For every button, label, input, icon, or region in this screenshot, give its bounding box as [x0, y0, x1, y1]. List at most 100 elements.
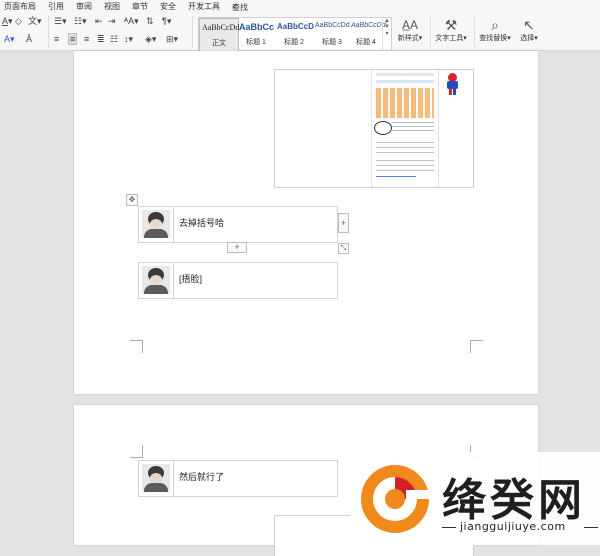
- find-replace-button[interactable]: ⌕ 查找替换▾: [478, 17, 512, 43]
- style-preview: AaBbCcDd: [315, 22, 350, 29]
- font-color-icon[interactable]: A▾: [4, 34, 15, 44]
- style-name: 标题 2: [284, 39, 304, 46]
- menu-chapter[interactable]: 章节: [132, 1, 148, 12]
- screenshot-emoji-grid: [376, 88, 434, 118]
- table-move-handle-icon[interactable]: ✥: [126, 194, 138, 206]
- style-heading-3[interactable]: AaBbCcDd 标题 3: [313, 18, 351, 50]
- cell-divider: [173, 263, 174, 298]
- divider: [192, 16, 193, 48]
- menu-page-layout[interactable]: 页面布局: [4, 1, 36, 12]
- add-row-button[interactable]: +: [227, 242, 247, 253]
- cell-divider: [173, 207, 174, 242]
- style-heading-1[interactable]: AaBbCc 标题 1: [237, 18, 275, 50]
- text-tools-label: 文字工具▾: [435, 35, 467, 42]
- magnifier-icon: ⌕: [491, 17, 499, 33]
- margin-corner-mark: [470, 340, 483, 353]
- underline-a-icon[interactable]: A▾: [2, 16, 13, 26]
- add-column-button[interactable]: +: [338, 213, 349, 233]
- shading-icon[interactable]: ◈▾: [145, 34, 156, 44]
- menu-review[interactable]: 审阅: [76, 1, 92, 12]
- screenshot-text-lines: [376, 160, 434, 174]
- style-normal[interactable]: AaBbCcDd 正文: [199, 18, 239, 52]
- justify-icon[interactable]: ≣: [97, 34, 105, 44]
- borders-icon[interactable]: ⊞▾: [166, 34, 178, 44]
- select-button[interactable]: ↖ 选择▾: [516, 17, 542, 43]
- style-name: 标题 1: [246, 39, 266, 46]
- select-label: 选择▾: [520, 35, 538, 42]
- style-gallery: AaBbCcDd 正文 AaBbCc 标题 1 AaBbCcD 标题 2 AaB…: [198, 17, 392, 52]
- screenshot-tab-bar: [376, 80, 434, 83]
- margin-corner-mark: [130, 340, 143, 353]
- phone-screenshot: [371, 70, 439, 187]
- increase-indent-icon[interactable]: ⇥: [108, 16, 116, 26]
- chat-table-row[interactable]: 然后就行了: [138, 460, 338, 497]
- style-name: 标题 3: [322, 39, 342, 46]
- watermark-logo: 绛癸网 jiangguijiuye.com: [350, 452, 600, 545]
- watermark-logo-icon: [361, 465, 434, 533]
- wrench-icon: ⚒: [444, 17, 458, 33]
- divider: [48, 16, 49, 48]
- divider: [474, 16, 475, 48]
- chat-table-row[interactable]: 去掉括号哈: [138, 206, 338, 243]
- menu-references[interactable]: 引用: [48, 1, 64, 12]
- screenshot-header-bar: [376, 73, 434, 76]
- new-style-button[interactable]: A̲A 新样式▾: [396, 17, 424, 43]
- chat-message-text: 然后就行了: [179, 472, 225, 482]
- watermark-url-row: jiangguijiuye.com: [442, 520, 598, 534]
- screenshot-link-line: [376, 176, 416, 177]
- align-center-icon[interactable]: ≡: [68, 33, 78, 45]
- expand-icon: ▾: [385, 31, 389, 37]
- avatar: [142, 266, 170, 294]
- style-preview: AaBbCcDd: [202, 23, 240, 32]
- watermark-url: jiangguijiuye.com: [460, 520, 566, 533]
- new-style-label: 新样式▾: [397, 35, 423, 42]
- document-page-1: ✥ 去掉括号哈 + + ⤡ [捂脸]: [74, 51, 538, 394]
- divider: [430, 16, 431, 48]
- style-preview: AaBbCc: [239, 22, 275, 32]
- gallery-scroll[interactable]: ▲ ▼ ▾: [382, 18, 391, 50]
- distributed-icon[interactable]: ☷: [110, 34, 118, 44]
- avatar: [142, 464, 170, 492]
- style-heading-4[interactable]: AaBbCcDd 标题 4: [349, 18, 386, 50]
- menu-developer-tools[interactable]: 开发工具: [188, 1, 220, 12]
- ribbon-toolbar: A▾ ◇ 文▾ A▾ Ā ☰▾ ☷▾ ⇤ ⇥ ᴬA▾ ⇅ ¶▾ ≡ ≡ ≡ ≣ …: [0, 12, 600, 52]
- style-preview: AaBbCcD: [277, 22, 314, 31]
- url-dash-left: [442, 527, 456, 528]
- chat-table-row[interactable]: [捂脸]: [138, 262, 338, 299]
- style-name: 正文: [212, 40, 226, 47]
- watermark-title: 绛癸网: [442, 475, 586, 526]
- style-name: 标题 4: [356, 39, 376, 46]
- align-right-icon[interactable]: ≡: [84, 34, 89, 44]
- eraser-icon[interactable]: ◇: [15, 16, 22, 26]
- char-border-icon[interactable]: Ā: [26, 34, 32, 44]
- align-left-icon[interactable]: ≡: [54, 34, 59, 44]
- url-dash-right: [584, 527, 598, 528]
- new-style-icon: A̲A: [401, 18, 418, 32]
- line-spacing-icon[interactable]: ↕▾: [124, 34, 133, 44]
- table-resize-handle-icon[interactable]: ⤡: [338, 243, 349, 254]
- menu-bar: 页面布局 引用 审阅 视图 章节 安全 开发工具 ⌕ 查找: [0, 0, 600, 12]
- decrease-indent-icon[interactable]: ⇤: [95, 16, 103, 26]
- avatar: [142, 210, 170, 238]
- pinyin-icon[interactable]: 文▾: [28, 16, 42, 26]
- chat-message-text: 去掉括号哈: [179, 218, 225, 228]
- text-tools-button[interactable]: ⚒ 文字工具▾: [434, 17, 468, 43]
- cursor-arrow-icon: ↖: [523, 17, 535, 33]
- embedded-screenshot-image[interactable]: [274, 69, 474, 188]
- show-marks-icon[interactable]: ¶▾: [162, 16, 171, 26]
- menu-security[interactable]: 安全: [160, 1, 176, 12]
- screenshot-circle-mark: [374, 121, 392, 135]
- text-direction-icon[interactable]: ᴬA▾: [124, 16, 139, 26]
- margin-corner-mark: [130, 445, 143, 458]
- style-preview: AaBbCcDd: [351, 22, 386, 29]
- spiderman-sticker-icon: [445, 73, 459, 95]
- cell-divider: [173, 461, 174, 496]
- style-heading-2[interactable]: AaBbCcD 标题 2: [275, 18, 314, 50]
- sort-icon[interactable]: ⇅: [146, 16, 154, 26]
- find-replace-label: 查找替换▾: [479, 35, 511, 42]
- bullet-list-icon[interactable]: ☰▾: [54, 16, 67, 26]
- screenshot-text-lines: [392, 122, 434, 132]
- numbered-list-icon[interactable]: ☷▾: [74, 16, 87, 26]
- screenshot-text-lines: [376, 142, 434, 156]
- menu-view[interactable]: 视图: [104, 1, 120, 12]
